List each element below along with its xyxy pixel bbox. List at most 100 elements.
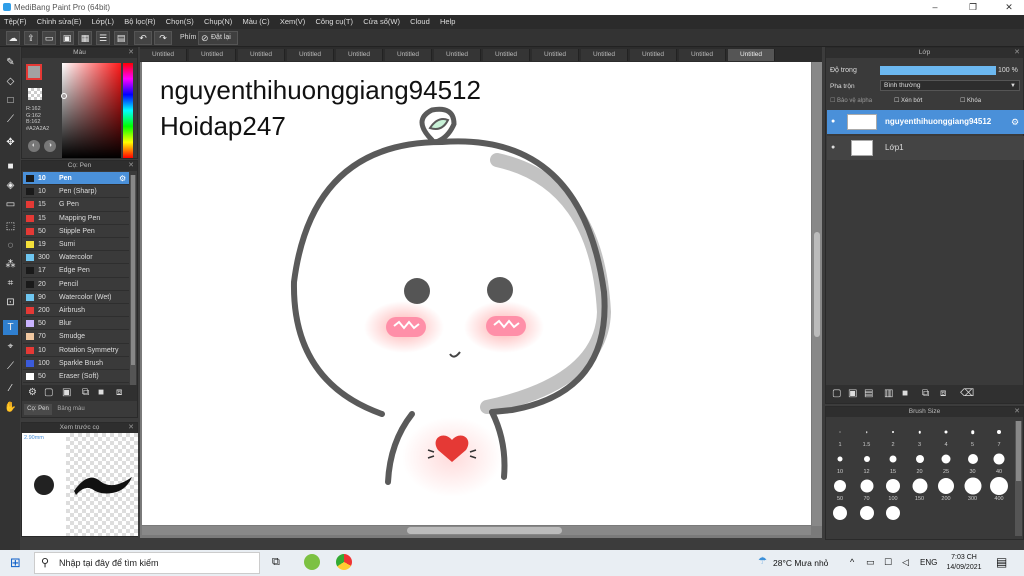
tab-untitled[interactable]: Untitled (287, 49, 334, 61)
brush-size-option[interactable]: 5 (961, 422, 985, 448)
move-tool-icon[interactable]: ✥ (3, 135, 18, 150)
canvas-vertical-scrollbar[interactable] (812, 62, 822, 526)
brush-size-option[interactable]: 30 (961, 449, 985, 475)
close-icon[interactable]: ✕ (128, 161, 134, 171)
brush-size-option[interactable]: 12 (855, 449, 879, 475)
color-wheel-icon[interactable]: ◑ (44, 140, 56, 152)
tab-brush[interactable]: Cọ: Pen (24, 404, 52, 415)
list-icon[interactable]: ☰ (96, 31, 110, 45)
tab-untitled[interactable]: Untitled (630, 49, 677, 61)
brush-size-scrollbar[interactable] (1015, 421, 1022, 536)
windows-start-icon[interactable]: ⊞ (10, 555, 21, 571)
palette-icon[interactable]: ◐ (28, 140, 40, 152)
save-icon[interactable]: ▣ (60, 31, 74, 45)
dot-tool-icon[interactable]: ⟋ (3, 112, 18, 127)
menu-select[interactable]: Chọn(S) (162, 15, 198, 29)
menu-cloud[interactable]: Cloud (406, 15, 434, 29)
menu-snap[interactable]: Chụp(N) (200, 15, 236, 29)
notification-icon[interactable]: ▤ (996, 555, 1007, 569)
hand-tool-icon[interactable]: ✋ (3, 400, 18, 415)
layer-row-selected[interactable]: ● nguyenthihuonggiang94512 ⚙ (827, 110, 1024, 134)
brush-item[interactable]: 300 Watercolor (23, 251, 129, 265)
folder-icon[interactable]: ■ (98, 387, 104, 398)
brush-item[interactable]: 19 Sumi (23, 238, 129, 252)
weather-text[interactable]: 28°C Mưa nhỏ (773, 558, 828, 568)
protect-alpha-checkbox[interactable]: ☐ Bảo vệ alpha (830, 97, 872, 104)
brush-item[interactable]: 90 Watercolor (Wet) (23, 291, 129, 304)
merge-layer-icon[interactable]: ⧈ (940, 388, 946, 399)
tab-untitled[interactable]: Untitled (238, 49, 285, 61)
magic-wand-icon[interactable]: ⁂ (3, 257, 18, 272)
brush-size-option[interactable]: 2 (881, 422, 905, 448)
task-view-icon[interactable]: ⧉ (272, 556, 280, 569)
brush-size-option[interactable]: 25 (934, 449, 958, 475)
battery-icon[interactable]: ▭ (866, 557, 875, 568)
close-icon[interactable]: ✕ (1014, 407, 1020, 417)
text-tool-icon[interactable]: T (3, 320, 18, 335)
medibang-taskbar-icon[interactable] (304, 554, 320, 570)
rect-tool-icon[interactable]: □ (3, 93, 18, 108)
close-button[interactable]: ✕ (994, 1, 1024, 14)
brush-size-option[interactable]: 100 (881, 476, 905, 502)
visibility-icon[interactable]: ● (831, 110, 835, 134)
gradient-tool-icon[interactable]: ▭ (3, 197, 18, 212)
delete-brush-icon[interactable]: ⧈ (116, 387, 122, 398)
brush-size-option[interactable]: 200 (934, 476, 958, 502)
clock[interactable]: 7:03 CH 14/09/2021 (944, 553, 984, 573)
upload-icon[interactable]: ⇪ (24, 31, 38, 45)
tab-untitled[interactable]: Untitled (140, 49, 187, 61)
layer-menu-icon[interactable]: ▥ (884, 388, 893, 399)
add-brush-icon[interactable]: ▢ (44, 387, 53, 398)
folder-icon[interactable]: ■ (902, 388, 908, 399)
taskbar-search[interactable]: ⚲ Nhập tại đây để tìm kiếm (34, 552, 260, 574)
brush-item[interactable]: 200 Airbrush (23, 304, 129, 318)
brush-size-option[interactable]: 10 (828, 449, 852, 475)
blend-mode-select[interactable]: Bình thường ▼ (880, 80, 1020, 91)
close-icon[interactable]: ✕ (1014, 48, 1020, 58)
maximize-button[interactable]: ❐ (958, 1, 988, 14)
brush-size-option[interactable] (881, 503, 905, 521)
brush-size-option[interactable]: 1.5 (855, 422, 879, 448)
layers-icon[interactable]: ▤ (114, 31, 128, 45)
layer-row[interactable]: ● Lớp1 (827, 136, 1024, 160)
brush-item[interactable]: 70 Smudge (23, 330, 129, 344)
brush-size-option[interactable]: 300 (961, 476, 985, 502)
opacity-slider[interactable] (880, 66, 996, 75)
tab-untitled[interactable]: Untitled (189, 49, 236, 61)
hue-slider[interactable] (123, 63, 133, 158)
brush-size-option[interactable]: 50 (828, 476, 852, 502)
brush-item[interactable]: 20 Pencil (23, 278, 129, 291)
eraser-tool-icon[interactable]: ◇ (3, 74, 18, 89)
brush-copy-icon[interactable]: ⧉ (82, 387, 89, 398)
menu-tools[interactable]: Công cụ(T) (312, 15, 358, 29)
tab-untitled[interactable]: Untitled (581, 49, 628, 61)
saturation-value-picker[interactable] (61, 63, 121, 158)
menu-color[interactable]: Màu (C) (239, 15, 274, 29)
brush-size-option[interactable]: 15 (881, 449, 905, 475)
cloud-icon[interactable]: ☁ (6, 31, 20, 45)
brush-item[interactable]: 10 Rotation Symmetry (23, 344, 129, 357)
foreground-color-swatch[interactable] (26, 64, 42, 80)
brush-size-option[interactable]: 40 (987, 449, 1011, 475)
eyedropper-icon[interactable]: ⁄ (3, 381, 18, 396)
chevron-up-icon[interactable]: ^ (850, 557, 854, 567)
fill-tool-icon[interactable]: ◈ (3, 178, 18, 193)
chrome-taskbar-icon[interactable] (336, 554, 352, 570)
language-indicator[interactable]: ENG (920, 558, 937, 567)
brush-item[interactable]: 15 G Pen (23, 198, 129, 212)
network-icon[interactable]: ☐ (884, 557, 892, 568)
tab-untitled[interactable]: Untitled (336, 49, 383, 61)
brush-size-option[interactable]: 4 (934, 422, 958, 448)
brush-menu-icon[interactable]: ▣ (62, 387, 71, 398)
brush-settings-icon[interactable]: ⚙ (28, 387, 37, 398)
select-pen-icon[interactable]: ⌗ (3, 276, 18, 291)
menu-filter[interactable]: Bộ lọc(R) (120, 15, 159, 29)
brush-size-option[interactable]: 70 (855, 476, 879, 502)
brush-size-option[interactable]: 150 (908, 476, 932, 502)
background-color-swatch[interactable] (28, 88, 42, 100)
visibility-icon[interactable]: ● (831, 136, 835, 160)
brush-item[interactable]: 100 Sparkle Brush (23, 357, 129, 370)
tab-untitled[interactable]: Untitled (679, 49, 726, 61)
comment-icon[interactable]: ▭ (42, 31, 56, 45)
gear-icon[interactable]: ⚙ (119, 172, 126, 185)
